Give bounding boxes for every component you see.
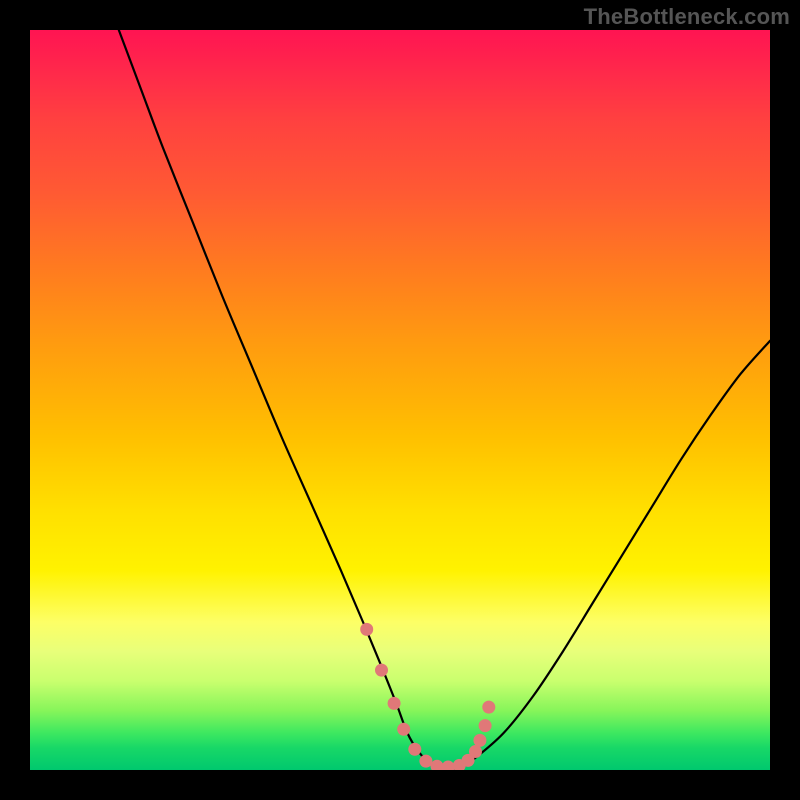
- highlight-dot: [431, 760, 444, 770]
- curve-line: [119, 30, 770, 769]
- chart-frame: TheBottleneck.com: [0, 0, 800, 800]
- plot-svg: [30, 30, 770, 770]
- highlight-dot: [375, 664, 388, 677]
- highlight-dots: [360, 623, 495, 770]
- highlight-dot: [479, 719, 492, 732]
- highlight-dot: [397, 723, 410, 736]
- highlight-dot: [473, 734, 486, 747]
- highlight-dot: [482, 701, 495, 714]
- highlight-dot: [388, 697, 401, 710]
- highlight-dot: [360, 623, 373, 636]
- highlight-dot: [442, 761, 455, 770]
- highlight-dot: [408, 743, 421, 756]
- highlight-dot: [419, 755, 432, 768]
- watermark-text: TheBottleneck.com: [584, 4, 790, 30]
- plot-area: [30, 30, 770, 770]
- highlight-dot: [469, 745, 482, 758]
